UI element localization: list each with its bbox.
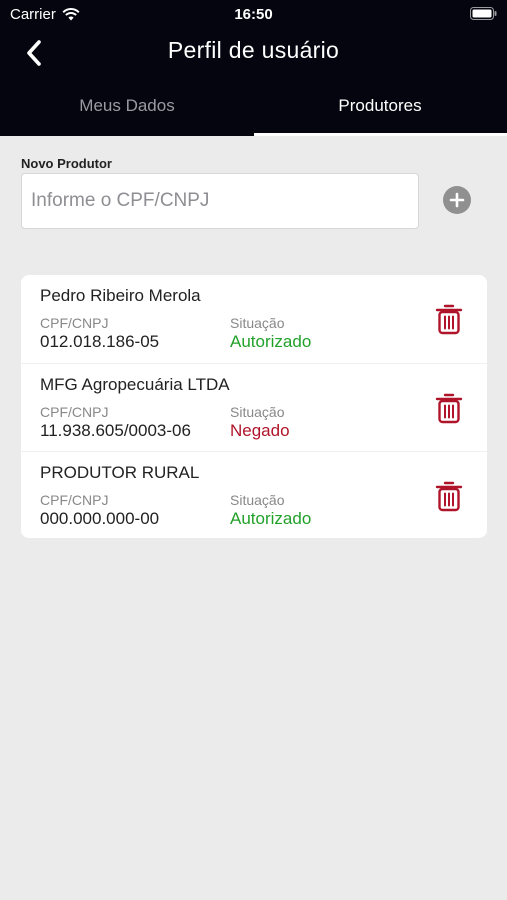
status-bar: Carrier 16:50 [0,0,507,30]
app-header: Carrier 16:50 Perfil de usuário Meus Dad… [0,0,507,136]
producer-name: Pedro Ribeiro Merola [40,286,201,305]
new-producer-label: Novo Produtor [21,156,112,171]
trash-icon[interactable] [435,480,463,512]
producer-row: Pedro Ribeiro Merola CPF/CNPJ 012.018.18… [21,275,487,363]
doc-label: CPF/CNPJ [40,404,109,420]
producers-list: Pedro Ribeiro Merola CPF/CNPJ 012.018.18… [21,275,487,538]
doc-value: 000.000.000-00 [40,509,160,528]
status-label: Situação [230,404,285,420]
producer-row: PRODUTOR RURAL CPF/CNPJ 000.000.000-00 S… [21,451,487,538]
trash-icon[interactable] [435,392,463,424]
page-title: Perfil de usuário [167,37,340,63]
trash-icon[interactable] [435,303,463,335]
tab-meus-dados[interactable]: Meus Dados [0,96,254,116]
doc-label: CPF/CNPJ [40,315,109,331]
status-label: Situação [230,492,285,508]
producer-name: PRODUTOR RURAL [40,463,200,482]
doc-value: 11.938.605/0003-06 [40,421,191,440]
producer-row: MFG Agropecuária LTDA CPF/CNPJ 11.938.60… [21,363,487,452]
tab-produtores[interactable]: Produtores [253,96,507,116]
status-label: Situação [230,315,285,331]
battery-icon [470,7,497,20]
doc-label: CPF/CNPJ [40,492,109,508]
cpf-cnpj-field [21,173,419,229]
cpf-cnpj-input[interactable] [22,174,418,228]
active-tab-indicator [254,133,507,136]
status-value: Autorizado [230,332,312,351]
add-producer-button[interactable] [443,186,471,214]
status-value: Autorizado [230,509,312,528]
doc-value: 012.018.186-05 [40,332,160,351]
producer-name: MFG Agropecuária LTDA [40,375,230,394]
status-value: Negado [230,421,290,440]
status-time: 16:50 [234,6,273,23]
